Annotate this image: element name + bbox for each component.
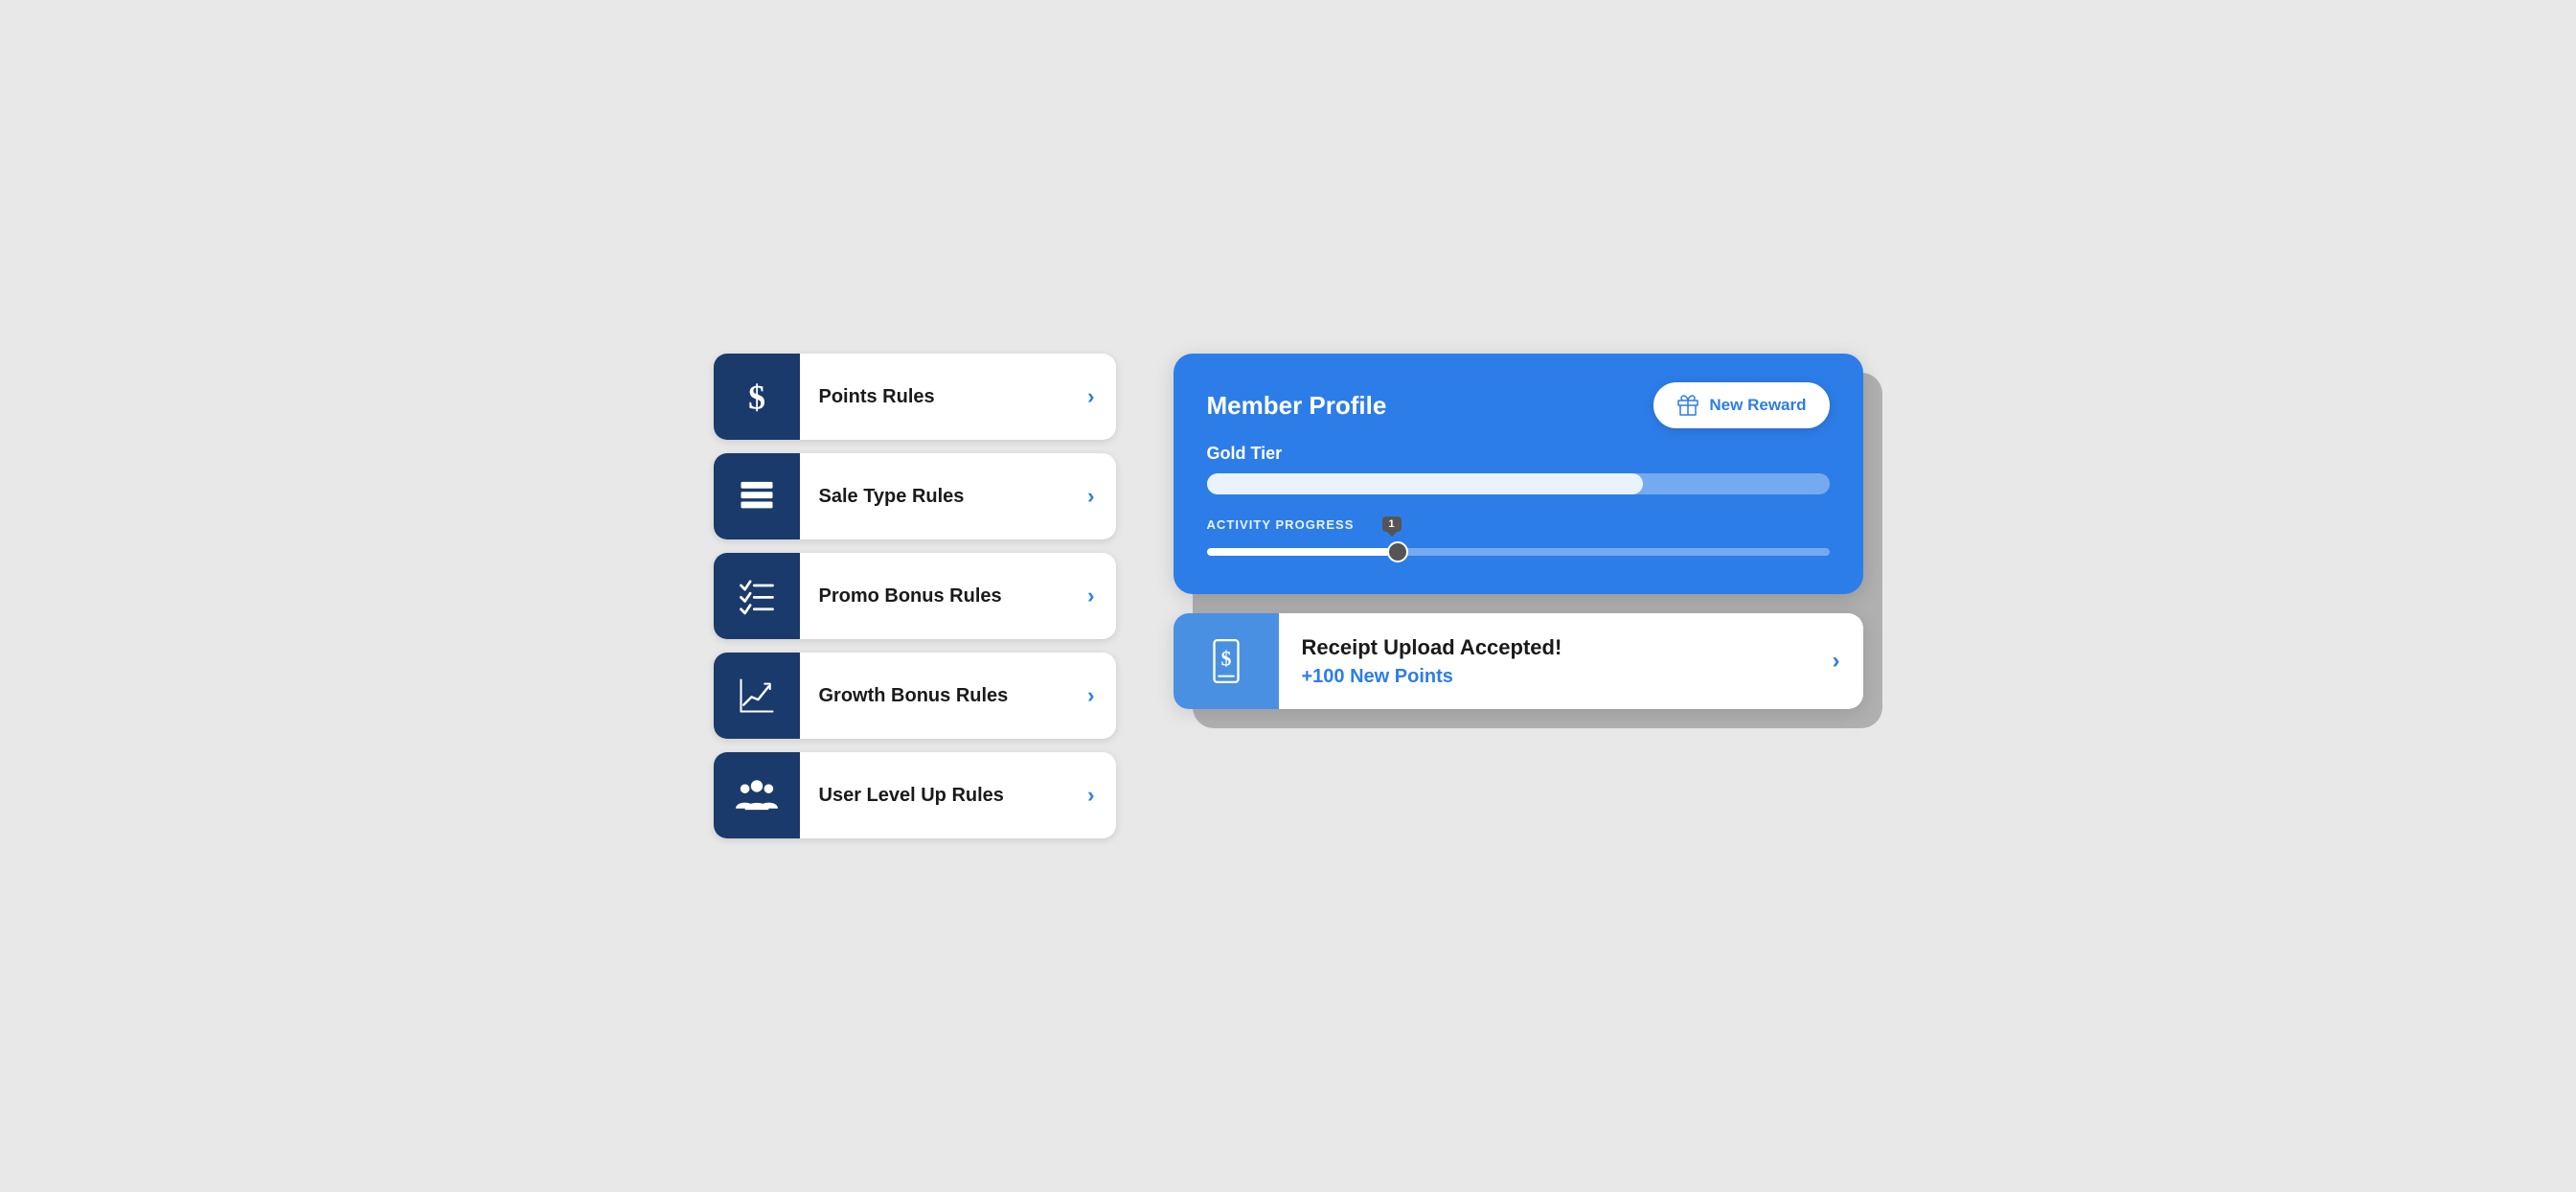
svg-text:$: $ — [748, 378, 765, 416]
rule-label-promo-bonus-rules: Promo Bonus Rules — [800, 585, 1088, 607]
receipt-points: +100 New Points — [1302, 666, 1810, 688]
slider-thumb-indicator: 1 — [1382, 516, 1402, 532]
rule-icon-dollar: $ — [714, 354, 800, 440]
rule-label-sale-type-rules: Sale Type Rules — [800, 486, 1088, 508]
receipt-card[interactable]: $ Receipt Upload Accepted! +100 New Poin… — [1174, 613, 1863, 709]
chevron-icon-points-rules: › — [1087, 384, 1115, 409]
receipt-content: Receipt Upload Accepted! +100 New Points — [1279, 614, 1833, 709]
rule-icon-users — [714, 752, 800, 838]
rule-label-growth-bonus-rules: Growth Bonus Rules — [800, 685, 1088, 707]
rules-list: $ Points Rules › Sale Type Rules › — [714, 354, 1116, 838]
activity-slider-container: 1 — [1207, 543, 1830, 561]
rule-item-user-level-up-rules[interactable]: User Level Up Rules › — [714, 752, 1116, 838]
tier-progress-fill — [1207, 473, 1643, 494]
stack-icon — [736, 475, 778, 517]
new-reward-button[interactable]: New Reward — [1653, 382, 1829, 428]
rule-icon-chart — [714, 653, 800, 739]
checklist-icon — [736, 575, 778, 617]
rule-item-sale-type-rules[interactable]: Sale Type Rules › — [714, 453, 1116, 539]
member-profile-card: Member Profile New Reward Gold Tier Acti… — [1174, 354, 1863, 594]
main-container: $ Points Rules › Sale Type Rules › — [714, 354, 1863, 838]
activity-slider[interactable] — [1207, 548, 1830, 556]
chevron-icon-user-level-up-rules: › — [1087, 783, 1115, 808]
dollar-icon: $ — [736, 376, 778, 418]
chart-icon — [736, 675, 778, 717]
member-profile-title: Member Profile — [1207, 391, 1387, 421]
activity-progress-label: Activity Progress — [1207, 517, 1830, 532]
rule-item-growth-bonus-rules[interactable]: Growth Bonus Rules › — [714, 653, 1116, 739]
rule-icon-stack — [714, 453, 800, 539]
gift-icon — [1676, 394, 1699, 417]
right-section: Member Profile New Reward Gold Tier Acti… — [1174, 354, 1863, 709]
chevron-icon-growth-bonus-rules: › — [1087, 683, 1115, 708]
chevron-icon-sale-type-rules: › — [1087, 484, 1115, 509]
rule-label-user-level-up-rules: User Level Up Rules — [800, 785, 1088, 807]
svg-text:$: $ — [1220, 648, 1231, 671]
activity-progress-section: Activity Progress 1 — [1207, 517, 1830, 561]
rule-item-promo-bonus-rules[interactable]: Promo Bonus Rules › — [714, 553, 1116, 639]
rule-label-points-rules: Points Rules — [800, 386, 1088, 408]
new-reward-label: New Reward — [1709, 396, 1806, 415]
receipt-icon-background: $ — [1174, 613, 1279, 709]
rule-icon-checklist — [714, 553, 800, 639]
users-icon — [736, 774, 778, 816]
rule-item-points-rules[interactable]: $ Points Rules › — [714, 354, 1116, 440]
chevron-icon-promo-bonus-rules: › — [1087, 584, 1115, 608]
receipt-chevron-icon: › — [1833, 648, 1863, 675]
gold-tier-label: Gold Tier — [1207, 444, 1830, 464]
card-header: Member Profile New Reward — [1207, 382, 1830, 428]
tier-progress-bar — [1207, 473, 1830, 494]
receipt-title: Receipt Upload Accepted! — [1302, 635, 1810, 660]
receipt-icon: $ — [1202, 637, 1250, 685]
